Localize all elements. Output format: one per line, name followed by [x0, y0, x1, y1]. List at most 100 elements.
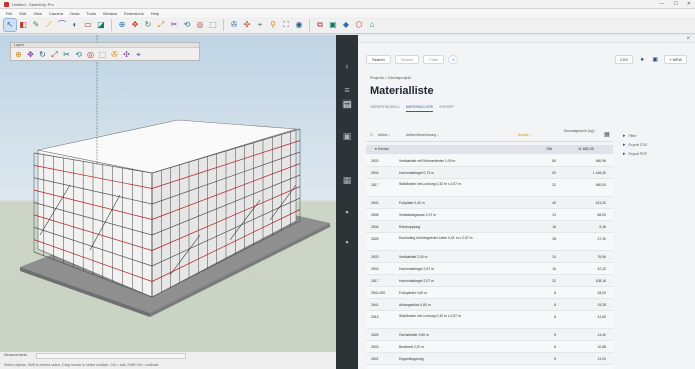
layer-tool-5-icon[interactable]: ⟲: [73, 49, 84, 60]
chevron-left-icon[interactable]: ‹: [342, 61, 352, 71]
toolbar-tool-3-2-icon[interactable]: ◆: [340, 19, 352, 31]
toolbar-tool-0-2-icon[interactable]: ✎: [30, 19, 42, 31]
toolbar-tool-3-0-icon[interactable]: ⧉: [314, 19, 326, 31]
toolbar-tool-3-3-icon[interactable]: ⬡: [353, 19, 365, 31]
toolbar-tool-2-1-icon[interactable]: ✣: [241, 19, 253, 31]
export-csv-button[interactable]: CSV: [614, 55, 634, 64]
table-row[interactable]: 2617 Stahlboden mit Lochung 0,32 m x 2,57…: [366, 179, 613, 197]
search-label[interactable]: Search: [366, 55, 391, 64]
table-row[interactable]: 2626 Durchstieg mit integrierter Leiter 0…: [366, 233, 613, 251]
column-description[interactable]: Artikel-Bezeichnung ↓: [406, 133, 439, 137]
toolbar-tool-3-4-icon[interactable]: ⌂: [366, 19, 378, 31]
tab-export[interactable]: EXPORT: [439, 105, 454, 112]
column-article[interactable]: Artikel ↓: [378, 133, 390, 137]
menu-help[interactable]: Help: [151, 11, 159, 16]
settings-icon[interactable]: ▪: [342, 207, 352, 217]
table-row[interactable]: 2603 Bordbrett 2,57 m 8 10,88: [366, 341, 613, 353]
toolbar-tool-0-6-icon[interactable]: ▭: [82, 19, 94, 31]
toolbar-tool-2-3-icon[interactable]: ⚲: [267, 19, 279, 31]
toolbar-tool-0-5-icon[interactable]: ◐: [69, 19, 81, 31]
layer-tool-1-icon[interactable]: ✥: [25, 49, 36, 60]
toolbar-tool-3-1-icon[interactable]: ▣: [327, 19, 339, 31]
toolbar-tool-2-4-icon[interactable]: ⛶: [280, 19, 292, 31]
print-icon[interactable]: ▣: [651, 56, 659, 64]
panel-close-icon[interactable]: ×: [686, 35, 690, 43]
table-row[interactable]: 2603 Vertikalstiel 2,00 m 24 76,96: [366, 251, 613, 263]
table-row[interactable]: 2604 Rohrkupplung 16 5,36: [366, 221, 613, 233]
group-row[interactable]: ▾ Gerüst 786 11 682,05: [366, 145, 613, 154]
layer-toolbar: Layers ⊕ ✥ ↻ ⤢ ✂ ⟲ ◎ ⬚ ✇ ✣ ⌖: [10, 42, 200, 61]
table-row[interactable]: 2640 Fußplatte 0,40 m 40 241,20: [366, 197, 613, 209]
toolbar-tool-2-0-icon[interactable]: ✇: [228, 19, 240, 31]
minimize-icon[interactable]: —: [659, 1, 664, 7]
table-row[interactable]: 2603 Vertikalstiel mit Rohrverbinder 2,00…: [366, 155, 613, 167]
toolbar-tool-0-4-icon[interactable]: ⌒: [56, 19, 68, 31]
layer-tool-7-icon[interactable]: ⬚: [97, 49, 108, 60]
menu-extensions[interactable]: Extensions: [124, 11, 144, 16]
toolbar-tool-1-2-icon[interactable]: ↻: [142, 19, 154, 31]
table-row[interactable]: 2606Vertikaldiagonale 2,57 m880,00: [366, 365, 613, 369]
toolbar-tool-1-0-icon[interactable]: ⊕: [116, 19, 128, 31]
layer-tool-4-icon[interactable]: ✂: [61, 49, 72, 60]
menu-camera[interactable]: Camera: [49, 11, 63, 16]
measurements-input[interactable]: [36, 353, 186, 359]
tab-material-list[interactable]: MATERIALLISTE: [405, 105, 434, 112]
table-row[interactable]: 2603 Horizontalriegel 2,57 m 16 42,32: [366, 263, 613, 275]
toolbar-tool-2-2-icon[interactable]: ⌖: [254, 19, 266, 31]
toolbar-tool-1-6-icon[interactable]: ◎: [194, 19, 206, 31]
side-link-export-pdf[interactable]: ▸ Export PDF: [623, 149, 647, 158]
layer-tool-6-icon[interactable]: ◎: [85, 49, 96, 60]
table-row[interactable]: 2626 Gerüsthalter 0,60 m 8 14,40: [366, 329, 613, 341]
breadcrumb[interactable]: Projects > Gerüstprojekt: [370, 76, 411, 80]
layers-icon[interactable]: ▤: [342, 99, 352, 109]
square-icon[interactable]: ▪: [342, 237, 352, 247]
layer-tool-9-icon[interactable]: ✣: [121, 49, 132, 60]
table-settings-icon[interactable]: ▦: [604, 131, 610, 138]
toolbar-tool-1-5-icon[interactable]: ⟲: [181, 19, 193, 31]
toolbar-tool-2-5-icon[interactable]: ◉: [293, 19, 305, 31]
side-link-filter[interactable]: ▸ Filter: [623, 131, 647, 140]
layer-tool-2-icon[interactable]: ↻: [37, 49, 48, 60]
column-checkbox-icon[interactable]: ☐: [370, 133, 373, 137]
menu-draw[interactable]: Draw: [70, 11, 79, 16]
menu-edit[interactable]: Edit: [19, 11, 26, 16]
search-icon[interactable]: ⊙: [448, 55, 459, 64]
toolbar-tool-0-3-icon[interactable]: ⟋: [43, 19, 55, 31]
layer-tool-3-icon[interactable]: ⤢: [49, 49, 60, 60]
table-row[interactable]: 2641 Anfangsstück 0,60 m 8 19,28: [366, 299, 613, 311]
table-row[interactable]: 2606 Vertikaldiagonale 2,07 m 24 68,00: [366, 209, 613, 221]
toolbar-tool-1-7-icon[interactable]: ⬚: [207, 19, 219, 31]
menu-view[interactable]: View: [33, 11, 42, 16]
side-link-export-csv[interactable]: ▸ Export CSV: [623, 140, 647, 149]
filter-button[interactable]: Filter: [423, 55, 445, 64]
menu-file[interactable]: File: [6, 11, 12, 16]
table-row[interactable]: 2615 Stahlboden mit Lochung 0,32 m x 2,57…: [366, 311, 613, 329]
layer-tool-0-icon[interactable]: ⊕: [13, 49, 24, 60]
box-icon[interactable]: ▣: [342, 131, 352, 141]
layer-tool-10-icon[interactable]: ⌖: [133, 49, 144, 60]
table-row[interactable]: 2641.000 Fußspindel 0,60 m 8 34,00: [366, 287, 613, 299]
toolbar-tool-1-3-icon[interactable]: ⤢: [155, 19, 167, 31]
3d-viewport[interactable]: Layers ⊕ ✥ ↻ ⤢ ✂ ⟲ ◎ ⬚ ✇ ✣ ⌖: [0, 35, 336, 351]
toolbar-tool-0-1-icon[interactable]: ◧: [17, 19, 29, 31]
grid-icon[interactable]: ▦: [342, 175, 352, 185]
maximize-icon[interactable]: ☐: [673, 1, 677, 7]
toolbar-tool-0-7-icon[interactable]: ◪: [95, 19, 107, 31]
toolbar-tool-1-4-icon[interactable]: ✂: [168, 19, 180, 31]
search-input[interactable]: Search: [394, 55, 420, 64]
menu-tools[interactable]: Tools: [87, 11, 96, 16]
column-weight[interactable]: Gesamtgewicht (kg) ↓: [561, 129, 599, 133]
column-quantity[interactable]: Anzahl ↓: [518, 133, 531, 137]
tab-scaffold-model[interactable]: GERÜSTMODELL: [370, 105, 400, 112]
menu-window[interactable]: Window: [103, 11, 117, 16]
table-row[interactable]: 2617 Horizontalriegel 2,07 m 32 108,16: [366, 275, 613, 287]
new-button[interactable]: + NEW: [664, 55, 687, 64]
toolbar-tool-1-1-icon[interactable]: ✥: [129, 19, 141, 31]
toolbar-tool-0-0-icon[interactable]: ↖: [3, 18, 17, 32]
layer-tool-8-icon[interactable]: ✇: [109, 49, 120, 60]
close-icon[interactable]: ✕: [687, 1, 691, 7]
table-row[interactable]: 2601 Doppelkupplung 8 13,20: [366, 353, 613, 365]
list-icon[interactable]: ≡: [342, 85, 352, 95]
user-icon[interactable]: ●: [638, 56, 646, 64]
table-row[interactable]: 2604 Horizontalriegel 0,73 m 52 1 166,40: [366, 167, 613, 179]
